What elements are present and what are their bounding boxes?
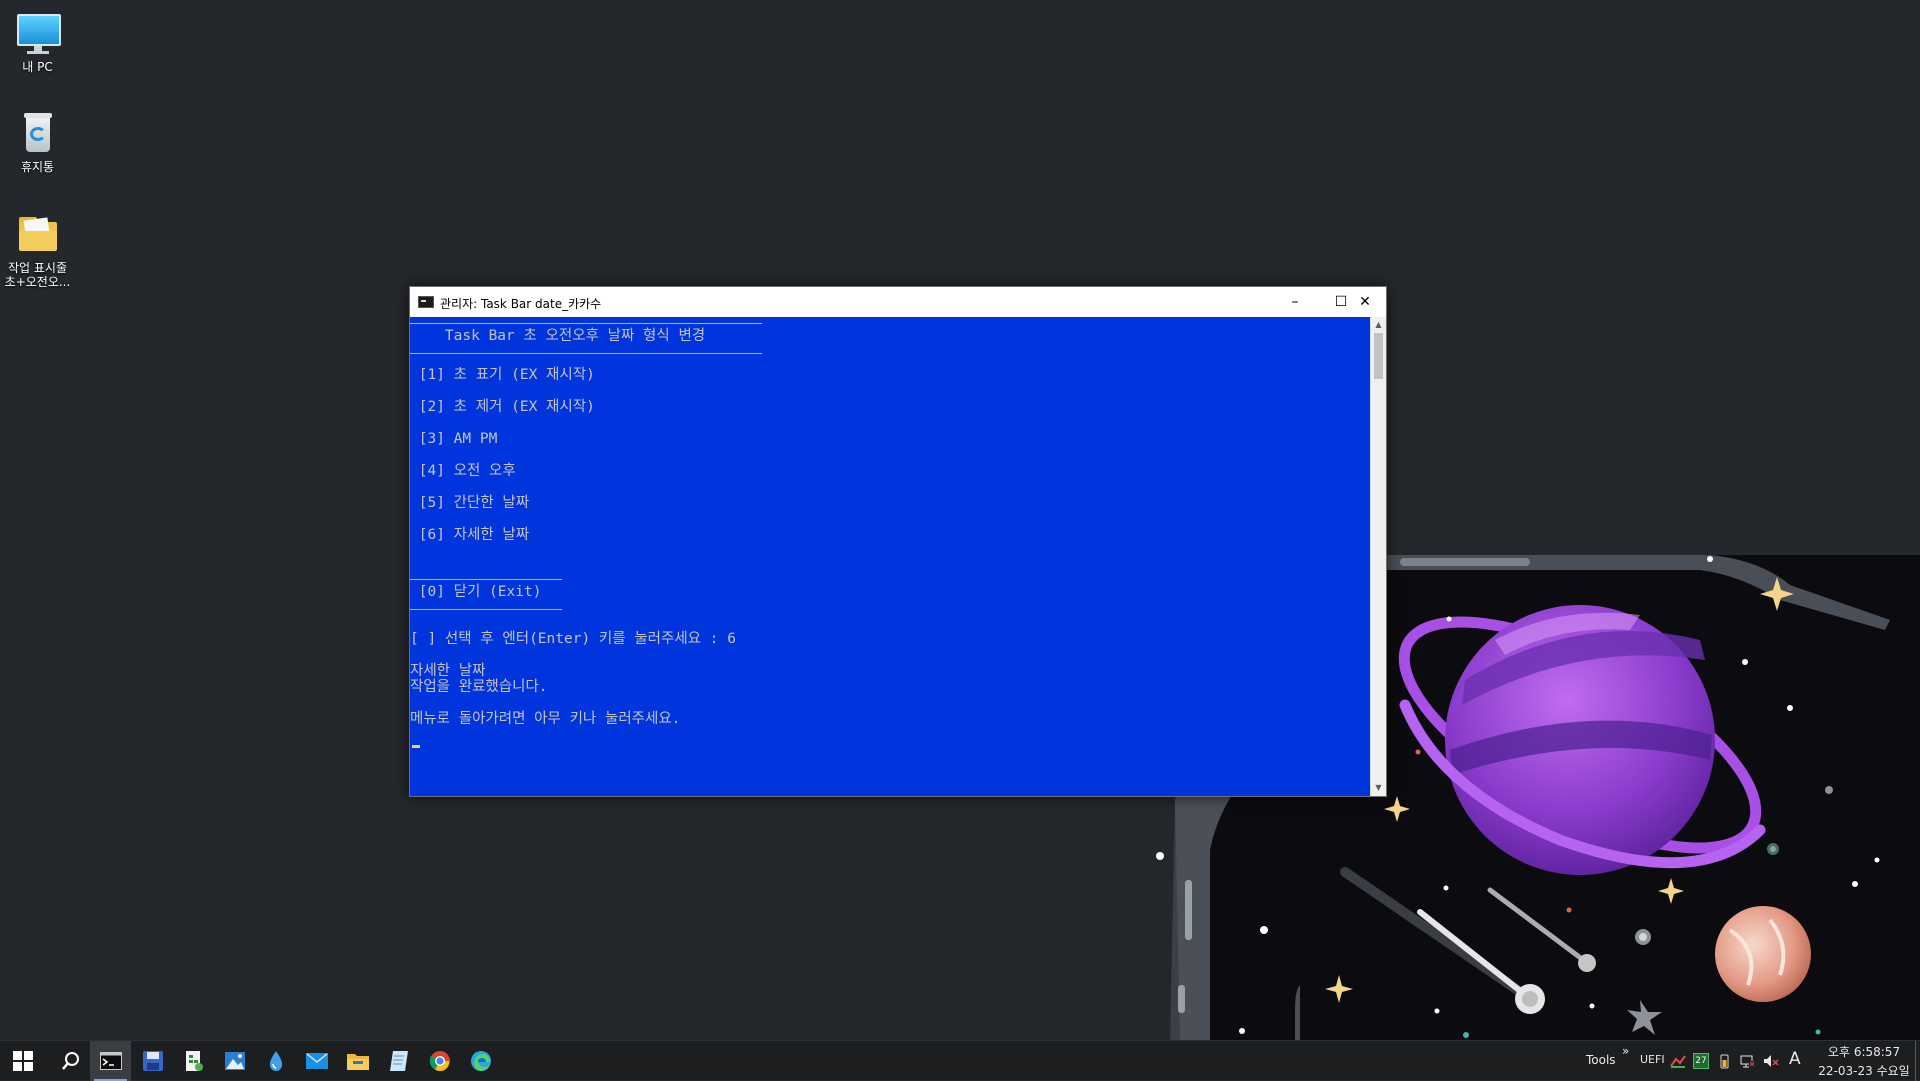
clock-date: 22-03-23 수요일 xyxy=(1818,1064,1910,1078)
divider xyxy=(410,579,562,580)
notepad-icon xyxy=(389,1051,408,1071)
minimize-button[interactable]: – xyxy=(1272,287,1318,317)
show-desktop-button[interactable] xyxy=(1915,1041,1920,1081)
chrome-icon xyxy=(429,1051,450,1072)
terminal-icon xyxy=(99,1052,122,1070)
output-line-2: 작업을 완료했습니다. xyxy=(410,679,548,695)
mail-button[interactable] xyxy=(296,1041,337,1081)
edge-button[interactable] xyxy=(460,1041,501,1081)
temperature-badge[interactable]: 27 xyxy=(1693,1053,1709,1069)
recycle-bin-icon xyxy=(15,110,61,156)
windows-logo-icon xyxy=(12,1051,33,1071)
tools-toolbar-label[interactable]: Tools xyxy=(1586,1053,1616,1067)
desktop-icon-label-line2: 초+오전오... xyxy=(4,275,71,289)
divider xyxy=(410,353,762,354)
text-cursor xyxy=(412,745,420,748)
console-window[interactable]: 관리자: Task Bar date_카카수 – ☐ ✕ Task Bar 초 … xyxy=(409,286,1387,797)
console-output[interactable]: Task Bar 초 오전오후 날짜 형식 변경 [1] 초 표기 (EX 재시… xyxy=(410,317,1370,796)
chrome-button[interactable] xyxy=(419,1041,460,1081)
save-app-button[interactable] xyxy=(132,1041,173,1081)
network-icon[interactable] xyxy=(1740,1053,1756,1069)
desktop-icon-my-pc[interactable]: 내 PC xyxy=(0,2,75,74)
input-prompt: [ ] 선택 후 엔터(Enter) 키를 눌러주세요 : 6 xyxy=(410,631,736,647)
badge-value: 27 xyxy=(1695,1056,1707,1066)
desktop-icon-label: 휴지통 xyxy=(20,160,55,174)
divider xyxy=(410,323,762,324)
explorer-button[interactable] xyxy=(337,1041,378,1081)
scroll-up-icon[interactable]: ▲ xyxy=(1371,318,1386,332)
title-bar[interactable]: 관리자: Task Bar date_카카수 – ☐ ✕ xyxy=(410,287,1386,317)
menu-option-1: [1] 초 표기 (EX 재시작) xyxy=(410,367,595,383)
divider xyxy=(410,609,562,610)
search-icon xyxy=(61,1052,79,1070)
menu-option-4: [4] 오전 오후 xyxy=(410,463,516,479)
scroll-down-icon[interactable]: ▼ xyxy=(1371,781,1386,795)
spreadsheet-icon xyxy=(185,1051,203,1071)
menu-option-5: [5] 간단한 날짜 xyxy=(410,495,530,511)
mail-icon xyxy=(305,1053,328,1069)
window-title: 관리자: Task Bar date_카카수 xyxy=(440,297,602,311)
console-header: Task Bar 초 오전오후 날짜 형식 변경 xyxy=(410,328,706,344)
folder-icon xyxy=(346,1054,369,1070)
minimize-icon: – xyxy=(1291,294,1299,310)
vertical-scrollbar[interactable]: ▲ ▼ xyxy=(1370,317,1386,796)
battery-icon[interactable] xyxy=(1716,1053,1732,1069)
desktop-icon-label-line1: 작업 표시줄 xyxy=(7,261,67,275)
desktop-icon-recycle-bin[interactable]: 휴지통 xyxy=(0,102,75,174)
droplet-icon xyxy=(269,1051,282,1071)
ime-indicator[interactable]: A xyxy=(1789,1049,1801,1069)
clock-time: 오후 6:58:57 xyxy=(1827,1045,1901,1059)
menu-option-2: [2] 초 제거 (EX 재시작) xyxy=(410,399,595,415)
monitor-icon xyxy=(15,10,61,56)
notepad-button[interactable] xyxy=(378,1041,419,1081)
volume-muted-icon[interactable] xyxy=(1763,1053,1779,1069)
start-button[interactable] xyxy=(2,1041,43,1081)
desktop-icon-taskbar-folder[interactable]: 작업 표시줄 초+오전오... xyxy=(0,203,75,289)
search-button[interactable] xyxy=(50,1041,91,1081)
close-button[interactable]: ✕ xyxy=(1342,287,1388,317)
toolbar-overflow-icon[interactable]: » xyxy=(1622,1044,1629,1058)
picture-icon xyxy=(224,1052,245,1070)
menu-option-exit: [0] 닫기 (Exit) xyxy=(410,584,542,600)
menu-option-3: [3] AM PM xyxy=(410,431,498,447)
drop-app-button[interactable] xyxy=(255,1041,296,1081)
output-line-1: 자세한 날짜 xyxy=(410,663,486,679)
sheet-app-button[interactable] xyxy=(173,1041,214,1081)
taskbar: Tools » UEFI 27 A 오후 6:58:57 22-03-23 수요… xyxy=(0,1040,1920,1081)
uefi-label[interactable]: UEFI xyxy=(1640,1053,1665,1066)
close-icon: ✕ xyxy=(1359,294,1371,310)
folder-icon xyxy=(15,211,61,257)
scrollbar-thumb[interactable] xyxy=(1374,333,1383,379)
network-activity-icon[interactable] xyxy=(1670,1053,1686,1069)
output-line-3: 메뉴로 돌아가려면 아무 키나 눌러주세요. xyxy=(410,711,681,727)
floppy-icon xyxy=(142,1051,163,1071)
terminal-icon xyxy=(418,296,434,308)
edge-icon xyxy=(470,1051,491,1071)
menu-option-6: [6] 자세한 날짜 xyxy=(410,527,530,543)
photos-button[interactable] xyxy=(214,1041,255,1081)
clock[interactable]: 오후 6:58:57 22-03-23 수요일 xyxy=(1814,1043,1914,1079)
cmd-button[interactable] xyxy=(90,1041,131,1081)
desktop-icon-label: 내 PC xyxy=(22,60,53,74)
